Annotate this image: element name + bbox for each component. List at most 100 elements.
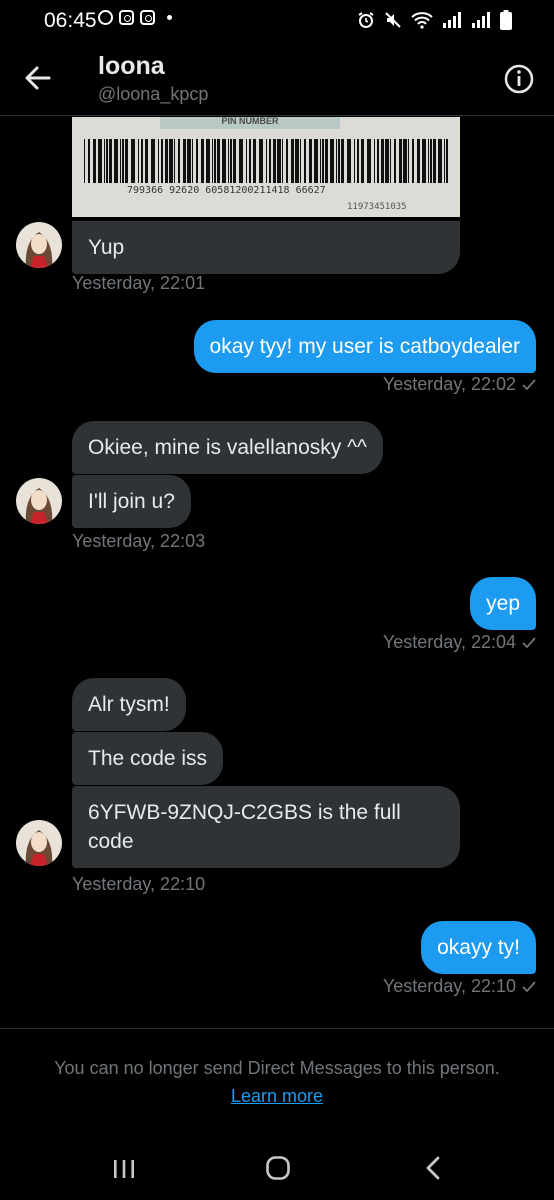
barcode-bar <box>374 139 375 183</box>
barcode-bar <box>367 139 371 183</box>
back-icon[interactable] <box>423 1155 443 1181</box>
received-message[interactable]: I'll join u? <box>72 475 191 528</box>
barcode-bar <box>430 139 432 183</box>
check-icon <box>522 637 536 649</box>
barcode-bar <box>390 139 391 183</box>
sent-message[interactable]: okay tyy! my user is catboydealer <box>193 320 536 373</box>
barcode-bar <box>444 139 445 183</box>
image-message[interactable]: PIN NUMBER 799366 92620 60581200211418 6… <box>72 117 460 217</box>
received-message[interactable]: 6YFWB-9ZNQJ-C2GBS is the full code <box>72 786 460 868</box>
barcode-bar <box>131 139 135 183</box>
message-text: code <box>88 830 134 853</box>
barcode-bar <box>196 139 198 183</box>
barcode-bar <box>201 139 204 183</box>
barcode-bar <box>291 139 294 183</box>
barcode-bar <box>109 139 112 183</box>
barcode-bar <box>151 139 155 183</box>
barcode-bar <box>158 139 159 183</box>
recents-icon[interactable] <box>112 1157 136 1181</box>
message-timestamp: Yesterday, 22:04 <box>383 632 536 653</box>
message-text: Yup <box>88 236 125 259</box>
message-text: okayy ty! <box>437 936 520 959</box>
barcode-bar <box>412 139 414 183</box>
received-message[interactable]: Alr tysm! <box>72 678 186 731</box>
message-text: okay tyy! my user is catboydealer <box>209 335 520 358</box>
timestamp-text: Yesterday, 22:10 <box>382 976 516 996</box>
conversation-handle[interactable]: @loona_kpcp <box>98 84 208 105</box>
info-icon <box>504 64 534 94</box>
timestamp-text: Yesterday, 22:04 <box>382 632 516 652</box>
message-text: Alr tysm! <box>88 693 170 716</box>
status-left-icons <box>98 10 172 25</box>
barcode-bar <box>141 139 143 183</box>
conversation-name[interactable]: loona <box>98 52 165 81</box>
barcode-bar <box>122 139 124 183</box>
barcode-bar <box>192 139 193 183</box>
barcode-bar <box>438 139 442 183</box>
learn-more-link[interactable]: Learn more <box>0 1086 554 1107</box>
barcode-bar <box>266 139 267 183</box>
barcode-bar <box>88 139 90 183</box>
barcode-bar <box>217 139 220 183</box>
pin-label: PIN NUMBER <box>221 117 279 126</box>
back-button[interactable] <box>20 60 56 96</box>
instagram-icon <box>119 10 134 25</box>
home-icon[interactable] <box>265 1155 291 1181</box>
barcode-bar <box>428 139 429 183</box>
sent-message[interactable]: yep <box>470 577 536 630</box>
avatar[interactable] <box>16 820 62 866</box>
avatar-image <box>16 820 62 866</box>
signal-icon <box>443 12 461 28</box>
avatar[interactable] <box>16 478 62 524</box>
alarm-icon <box>358 12 374 28</box>
barcode-bar <box>385 139 389 183</box>
barcode-bar <box>325 139 328 183</box>
message-list[interactable]: PIN NUMBER 799366 92620 60581200211418 6… <box>0 117 554 1027</box>
barcode-bar <box>408 139 409 183</box>
barcode-bar <box>145 139 148 183</box>
barcode-bar <box>125 139 128 183</box>
message-timestamp: Yesterday, 22:10 <box>383 976 536 997</box>
barcode-bar <box>309 139 312 183</box>
barcode-bar <box>214 139 216 183</box>
check-icon <box>522 379 536 391</box>
barcode-number-2: 11973451035 <box>347 202 407 212</box>
divider <box>0 1028 554 1029</box>
message-text: I'll join u? <box>88 490 175 513</box>
barcode-bar <box>433 139 436 183</box>
barcode-bar <box>347 139 351 183</box>
barcode-bar <box>120 139 121 183</box>
barcode-bar <box>138 139 139 183</box>
barcode-bar <box>253 139 256 183</box>
barcode-bar <box>282 139 283 183</box>
barcode-bar <box>249 139 251 183</box>
barcode-bar <box>446 139 448 183</box>
barcode-bar <box>394 139 396 183</box>
wifi-icon <box>411 12 433 29</box>
avatar[interactable] <box>16 222 62 268</box>
barcode-image: PIN NUMBER 799366 92620 60581200211418 6… <box>72 117 460 217</box>
signal-icon <box>472 12 490 28</box>
barcode-bar <box>169 139 173 183</box>
status-bar: 06:45 <box>0 0 554 40</box>
system-nav-bar <box>0 1140 554 1200</box>
barcode-bar <box>228 139 229 183</box>
status-time: 06:45 <box>44 9 97 32</box>
received-message[interactable]: The code iss <box>72 732 224 785</box>
barcode-bar <box>295 139 299 183</box>
sent-message[interactable]: okayy ty! <box>421 921 536 974</box>
barcode-bar <box>273 139 276 183</box>
barcode-bar <box>239 139 243 183</box>
info-button[interactable] <box>503 63 535 95</box>
message-timestamp: Yesterday, 22:10 <box>72 874 206 894</box>
received-message[interactable]: Okiee, mine is valellanosky ^^ <box>72 421 383 474</box>
message-text: Okiee, mine is valellanosky ^^ <box>88 436 367 459</box>
barcode-bar <box>246 139 247 183</box>
message-timestamp: Yesterday, 22:03 <box>72 531 206 551</box>
barcode-bar <box>422 139 426 183</box>
barcode-bar <box>183 139 186 183</box>
avatar-image <box>16 222 62 268</box>
check-icon <box>522 981 536 993</box>
received-message[interactable]: Yup <box>72 221 460 274</box>
barcode-bar <box>212 139 213 183</box>
